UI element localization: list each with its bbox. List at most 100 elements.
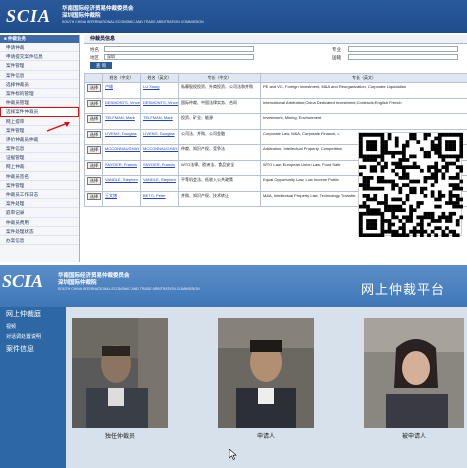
- sidebar-heading: ■ 仲裁业务: [0, 35, 79, 43]
- sidebar-item-video[interactable]: 视频: [0, 322, 66, 332]
- specialty-en: WTO Law, European Union Law, Food Safe: [263, 161, 341, 167]
- arbitrator-name-en[interactable]: TELFMAN, Mark: [143, 115, 173, 120]
- specialty-cn: WTO法律、欧洲法、食品安全: [181, 161, 235, 167]
- arbitrator-name-cn[interactable]: VANDLE, Stephen: [105, 177, 138, 182]
- arbitrator-name-en[interactable]: DESMONTS, Vincent: [143, 100, 178, 105]
- platform-banner: SCIA 华南国际经济贸易仲裁委员会 深圳国际仲裁院 SOUTH CHINA I…: [0, 265, 467, 307]
- select-button[interactable]: 选择: [87, 84, 101, 92]
- arbitrator-name-en[interactable]: LIVENG, Douglas: [143, 131, 175, 136]
- specialty-cn-cell: 国际仲裁、中国法律实务、合同: [178, 97, 261, 114]
- select-button-cell: 选择: [84, 113, 103, 130]
- page-title: 仲裁员信息: [84, 35, 467, 44]
- platform-sidebar: 网上仲裁庭 视频 对话调处置说明 案件信息: [0, 307, 66, 468]
- arbitrator-name-cn[interactable]: LIVENG, Douglas: [105, 131, 137, 136]
- red-arrow-icon: [46, 122, 70, 132]
- nationality-input[interactable]: [348, 54, 458, 60]
- sidebar-item[interactable]: 案件信息: [0, 144, 79, 154]
- nationality-label: 国籍: [332, 55, 341, 60]
- column-header: 专长（中文）: [178, 73, 261, 83]
- sidebar-item[interactable]: 案件管理: [0, 181, 79, 190]
- table-row: 选择 卢雄 LU Xiong 私募股权投资、外商投资、公司法和并购 PE and VC,…: [84, 82, 467, 99]
- name-input[interactable]: [104, 46, 254, 52]
- column-header: 姓名（中文）: [102, 73, 141, 83]
- select-button[interactable]: 选择: [87, 192, 101, 200]
- specialty-en: PE and VC, Foreign Investment, M&A and R…: [263, 84, 407, 89]
- sidebar-item[interactable]: 仲裁员管理: [0, 98, 79, 108]
- select-button[interactable]: 选择: [87, 130, 101, 138]
- select-button-cell: 选择: [84, 97, 103, 114]
- arbitrator-name-cn[interactable]: DESMONTS, Vincent: [105, 100, 140, 105]
- arbitrator-name-en[interactable]: MCCONNAUGHAY, Philip: [143, 146, 178, 151]
- specialty-cn-cell: WTO法律、欧洲法、食品安全: [178, 159, 261, 176]
- select-button[interactable]: 选择: [87, 146, 101, 154]
- arbitrator-name-cn[interactable]: TELFMAN, Mark: [105, 115, 135, 120]
- sidebar-item[interactable]: 案件信息: [0, 71, 79, 80]
- arbitrator-name-en-cell: SNYDER, Francis: [140, 159, 179, 176]
- arbitrator-name-cn[interactable]: MCCONNAUGHAY, Philip: [105, 146, 140, 151]
- arbitrator-name-en-cell: LIVENG, Douglas: [140, 128, 179, 145]
- select-button[interactable]: 选择: [87, 177, 101, 185]
- platform-title: 网上仲裁平台: [360, 282, 445, 297]
- arbitrator-label: 独任仲裁员: [104, 434, 135, 440]
- filter-form: 姓名 地区 深圳 专业 国籍 查 询: [84, 44, 467, 70]
- select-button[interactable]: 选择: [87, 161, 101, 169]
- scia-logo: SCIA: [6, 4, 51, 28]
- specialty-input[interactable]: [348, 46, 458, 52]
- arbitrator-name-cn[interactable]: 卢雄: [105, 84, 113, 89]
- arbitrator-name-en-cell: LU Xiong: [140, 82, 179, 99]
- sidebar-item[interactable]: 庭审记录: [0, 208, 79, 218]
- arbitrator-name-cn-cell: SNYDER, Francis: [102, 159, 141, 176]
- arbitrator-name-en[interactable]: SNYDER, Francis: [143, 162, 175, 167]
- arbitrator-name-cn[interactable]: SNYDER, Francis: [105, 162, 137, 167]
- sidebar-item[interactable]: 选择仲裁员: [0, 80, 79, 89]
- sidebar-item[interactable]: 仲裁员费用: [0, 218, 79, 227]
- person-silhouette-icon: [218, 318, 314, 428]
- specialty-cn-cell: 仲裁、知识产权、竞争法: [178, 144, 261, 161]
- sidebar-item[interactable]: 选择案件仲裁员: [0, 107, 79, 117]
- org-name-en-bottom: SOUTH CHINA INTERNATIONAL ECONOMIC AND T…: [58, 287, 200, 291]
- table-row: 选择 TELFMAN, Mark TELFMAN, Mark 投资、矿业、能源 Inve…: [84, 113, 467, 130]
- sidebar-item[interactable]: 仲裁员签名: [0, 172, 79, 181]
- org-name-cn2: 深圳国际仲裁院: [62, 13, 101, 19]
- sidebar-list: 申请仲裁 申请提交案件信息 案件管理 案件信息 选择仲裁员 案件标的管理 仲裁员管理 选择案件…: [0, 43, 79, 246]
- select-button[interactable]: 选择: [87, 99, 101, 107]
- sidebar-item-case-info[interactable]: 案件信息: [0, 342, 66, 357]
- arbitrator-name-en[interactable]: LU Xiong: [143, 84, 159, 89]
- arbitrator-name-en[interactable]: VANDLE, Stephen: [143, 177, 176, 182]
- sidebar-item[interactable]: 评价仲裁员仲裁: [0, 135, 79, 145]
- select-button[interactable]: 选择: [87, 115, 101, 123]
- arbitrator-name-en-cell: VANDLE, Stephen: [140, 175, 179, 192]
- org-name: 华南国际经济贸易仲裁委员会 深圳国际仲裁院 SOUTH CHINA INTERN…: [62, 6, 204, 25]
- specialty-cn-cell: 并购、知识产权、技术转让: [178, 190, 261, 207]
- sidebar-item[interactable]: 申请仲裁: [0, 43, 79, 53]
- video-stage: 独任仲裁员 申请人 被申请人: [66, 307, 467, 468]
- arbitrator-name-en-cell: TELFMAN, Mark: [140, 113, 179, 130]
- sidebar-item[interactable]: 申请提交案件信息: [0, 52, 79, 62]
- column-header: 姓名（英文）: [140, 73, 179, 83]
- sidebar-item[interactable]: 仲裁员工作日志: [0, 190, 79, 200]
- sidebar: ■ 仲裁业务 申请仲裁 申请提交案件信息 案件管理 案件信息 选择仲裁员 案件标的管理 仲裁…: [0, 35, 80, 262]
- arbitrator-name-en[interactable]: BETO, Peter: [143, 193, 166, 198]
- video-panel-respondent: [364, 318, 464, 428]
- select-button-cell: 选择: [84, 128, 103, 145]
- arbitrator-name-cn[interactable]: 王文博: [105, 193, 117, 198]
- sidebar-item-instructions[interactable]: 对话调处置说明: [0, 332, 66, 342]
- specialty-cn: 私募股权投资、外商投资、公司法和并购: [181, 84, 253, 89]
- region-input[interactable]: 深圳: [104, 54, 254, 60]
- sidebar-item[interactable]: 案件处理状态: [0, 227, 79, 236]
- sidebar-item[interactable]: 案件处理: [0, 199, 79, 209]
- column-header: [84, 73, 103, 83]
- sidebar-item[interactable]: 网上仲裁: [0, 162, 79, 172]
- sidebar-item[interactable]: 办案信息: [0, 236, 79, 246]
- select-button-cell: 选择: [84, 190, 103, 207]
- sidebar-item[interactable]: 案件标的管理: [0, 89, 79, 99]
- sidebar-item-online-tribunal[interactable]: 网上仲裁庭: [0, 307, 66, 322]
- search-button[interactable]: 查 询: [90, 62, 112, 69]
- specialty-cn-cell: 私募股权投资、外商投资、公司法和并购: [178, 82, 261, 99]
- specialty-cn-cell: 投资、矿业、能源: [178, 113, 261, 130]
- sidebar-item[interactable]: 案件管理: [0, 61, 79, 71]
- header-banner: SCIA 华南国际经济贸易仲裁委员会 深圳国际仲裁院 SOUTH CHINA I…: [0, 0, 467, 33]
- org-name-cn-bottom: 华南国际经济贸易仲裁委员会: [58, 273, 130, 279]
- specialty-cn-cell: 公司法、并购、公司金融: [178, 128, 261, 145]
- sidebar-item[interactable]: 证据管理: [0, 153, 79, 163]
